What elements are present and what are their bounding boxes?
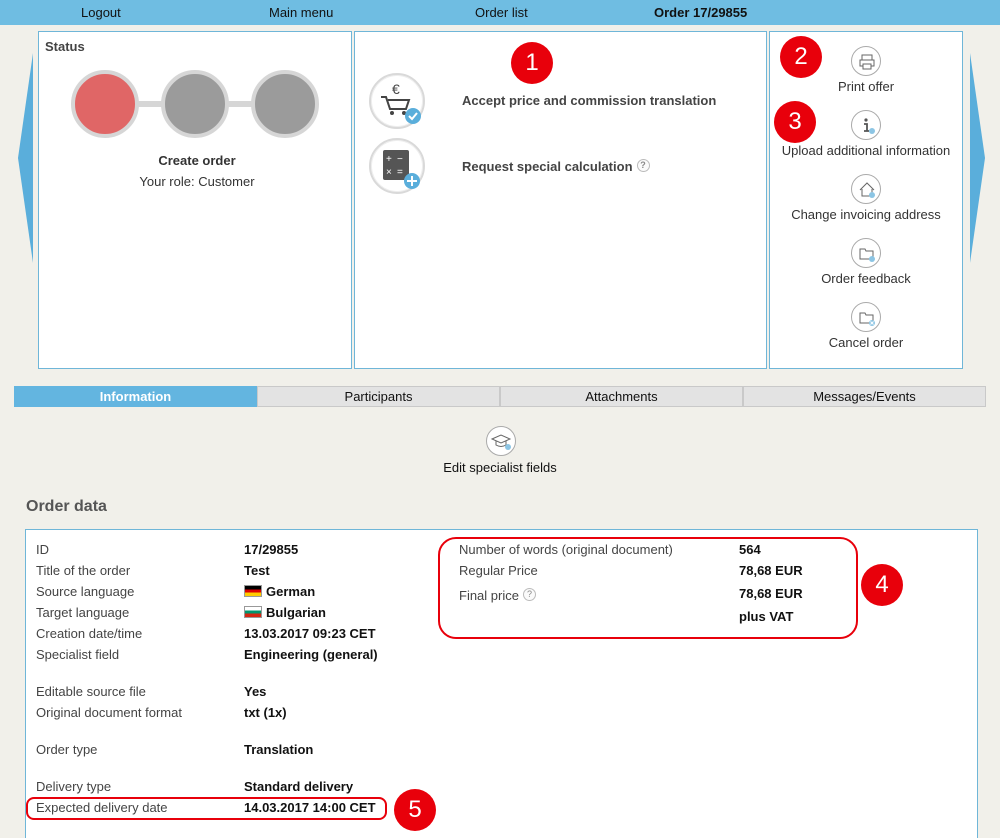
status-step-label: Create order	[158, 153, 236, 168]
order-title-label: Title of the order	[36, 563, 131, 578]
delivery-date-highlight-outline	[26, 797, 387, 820]
source-language-label: Source language	[36, 584, 135, 599]
status-panel: Status Create order Your role: Customer	[38, 31, 352, 369]
request-special-calculation-button[interactable]: Request special calculation?	[462, 159, 650, 174]
status-role: Your role: Customer	[139, 174, 255, 189]
tab-messages-events[interactable]: Messages/Events	[743, 386, 986, 407]
order-feedback-button[interactable]: Order feedback	[770, 271, 962, 286]
cancel-order-button[interactable]: Cancel order	[770, 335, 962, 350]
creation-date-label: Creation date/time	[36, 626, 143, 641]
price-highlight-outline	[438, 537, 858, 639]
delivery-type-label: Delivery type	[36, 779, 112, 794]
svg-text:−: −	[397, 154, 403, 165]
annotation-marker-3: 3	[774, 101, 816, 143]
source-language-value: German	[244, 584, 315, 599]
annotation-marker-4: 4	[861, 564, 903, 606]
help-icon[interactable]: ?	[636, 159, 650, 172]
document-format-label: Original document format	[36, 705, 182, 720]
target-language-value: Bulgarian	[244, 605, 326, 620]
creation-date-value: 13.03.2017 09:23 CET	[244, 626, 376, 641]
source-language-text: German	[266, 584, 316, 599]
svg-text:=: =	[397, 167, 403, 178]
status-step-2-circle	[161, 70, 229, 138]
printer-icon[interactable]	[851, 46, 881, 76]
target-language-label: Target language	[36, 605, 130, 620]
tab-information[interactable]: Information	[14, 386, 257, 407]
main-menu-link[interactable]: Main menu	[269, 5, 333, 20]
document-format-value: txt (1x)	[244, 705, 287, 720]
tab-participants[interactable]: Participants	[257, 386, 500, 407]
order-title-value: Test	[244, 563, 270, 578]
folder-feedback-icon[interactable]	[851, 238, 881, 268]
editable-source-value: Yes	[244, 684, 267, 699]
accept-price-button[interactable]: Accept price and commission translation	[462, 93, 716, 108]
order-data-title: Order data	[26, 498, 107, 515]
svg-text:+: +	[386, 154, 392, 165]
order-type-label: Order type	[36, 742, 98, 757]
top-nav: Logout Main menu Order list Order 17/298…	[0, 0, 1000, 25]
cart-euro-check-icon[interactable]: €	[369, 73, 425, 129]
target-language-text: Bulgarian	[266, 605, 326, 620]
calculator-plus-icon[interactable]: + − × =	[369, 138, 425, 194]
logout-link[interactable]: Logout	[81, 5, 121, 20]
tab-bar: Information Participants Attachments Mes…	[14, 386, 986, 407]
delivery-type-value: Standard delivery	[244, 779, 354, 794]
svg-text:€: €	[392, 81, 400, 97]
tab-attachments[interactable]: Attachments	[500, 386, 743, 407]
specialist-field-label: Specialist field	[36, 647, 120, 662]
folder-cancel-icon[interactable]	[851, 302, 881, 332]
home-icon[interactable]	[851, 174, 881, 204]
info-icon[interactable]	[851, 110, 881, 140]
next-arrow[interactable]	[970, 53, 985, 263]
status-step-1-circle	[71, 70, 139, 138]
order-type-value: Translation	[244, 742, 314, 757]
id-label: ID	[36, 542, 49, 557]
print-offer-button[interactable]: Print offer	[770, 79, 962, 94]
actions-panel: € Accept price and commission translatio…	[354, 31, 767, 369]
annotation-marker-5: 5	[394, 789, 436, 831]
editable-source-label: Editable source file	[36, 684, 146, 699]
id-value: 17/29855	[244, 542, 299, 557]
german-flag-icon	[244, 585, 262, 597]
bulgarian-flag-icon	[244, 606, 262, 618]
order-list-link[interactable]: Order list	[475, 5, 528, 20]
svg-text:×: ×	[386, 167, 392, 178]
specialist-field-value: Engineering (general)	[244, 647, 378, 662]
previous-arrow[interactable]	[18, 53, 33, 263]
edit-specialist-fields-button[interactable]: Edit specialist fields	[400, 460, 600, 475]
status-step-3-circle	[251, 70, 319, 138]
annotation-marker-1: 1	[511, 42, 553, 84]
current-order-title: Order 17/29855	[654, 5, 748, 20]
upload-additional-information-button[interactable]: Upload additional information	[770, 143, 962, 158]
side-menu-panel: Print offer Upload additional informatio…	[769, 31, 963, 369]
request-special-calculation-label: Request special calculation	[462, 159, 633, 174]
status-title: Status	[45, 39, 85, 54]
change-invoicing-address-button[interactable]: Change invoicing address	[770, 207, 962, 222]
annotation-marker-2: 2	[780, 36, 822, 78]
graduation-cap-icon[interactable]	[486, 426, 516, 456]
